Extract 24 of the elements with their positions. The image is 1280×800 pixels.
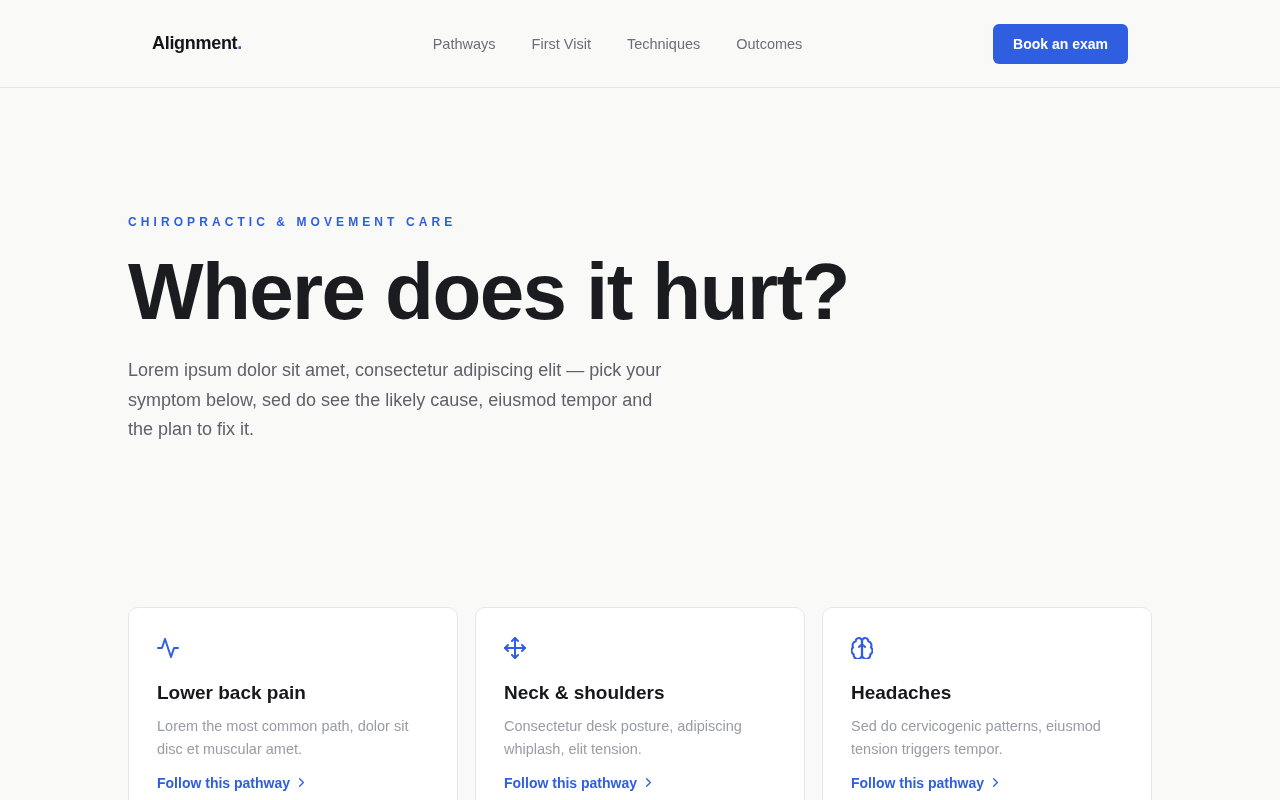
- logo[interactable]: Alignment.: [152, 33, 242, 54]
- pulse-line-icon: [157, 636, 179, 659]
- brain-icon: [851, 636, 873, 659]
- chevron-right-icon: [646, 778, 651, 787]
- card-title: Headaches: [851, 680, 952, 705]
- book-exam-button[interactable]: Book an exam: [993, 23, 1128, 64]
- hero-heading: Where does it hurt?: [128, 248, 850, 336]
- card-title: Neck & shoulders: [504, 680, 665, 705]
- nav-link[interactable]: Techniques: [626, 35, 701, 52]
- follow-pathway-link[interactable]: Follow this pathway: [851, 774, 998, 791]
- nav-link[interactable]: First Visit: [531, 35, 591, 52]
- chevron-right-icon: [299, 778, 304, 787]
- four-arrows-icon: [504, 636, 526, 659]
- nav-link[interactable]: Outcomes: [736, 35, 803, 52]
- card-description: Consectetur desk posture, adipiscing whiplash, elit tension.: [504, 716, 743, 759]
- card-title: Lower back pain: [157, 680, 306, 705]
- follow-pathway-link[interactable]: Follow this pathway: [504, 774, 651, 791]
- card-description: Lorem the most common path, dolor sit disc et muscular amet.: [157, 716, 410, 759]
- hero-intro-text: Lorem ipsum dolor sit amet, consectetur adipiscing elit — pick your symptom below, sed do see the likely cause, eiusmod tempor and the plan to fix it.: [128, 359, 663, 441]
- chevron-right-icon: [993, 778, 998, 787]
- card-description: Sed do cervicogenic patterns, eiusmod tension triggers tempor.: [851, 716, 1102, 759]
- follow-pathway-link[interactable]: Follow this pathway: [157, 774, 304, 791]
- nav-link[interactable]: Pathways: [432, 35, 496, 52]
- eyebrow-label: CHIROPRACTIC & MOVEMENT CARE: [128, 214, 458, 230]
